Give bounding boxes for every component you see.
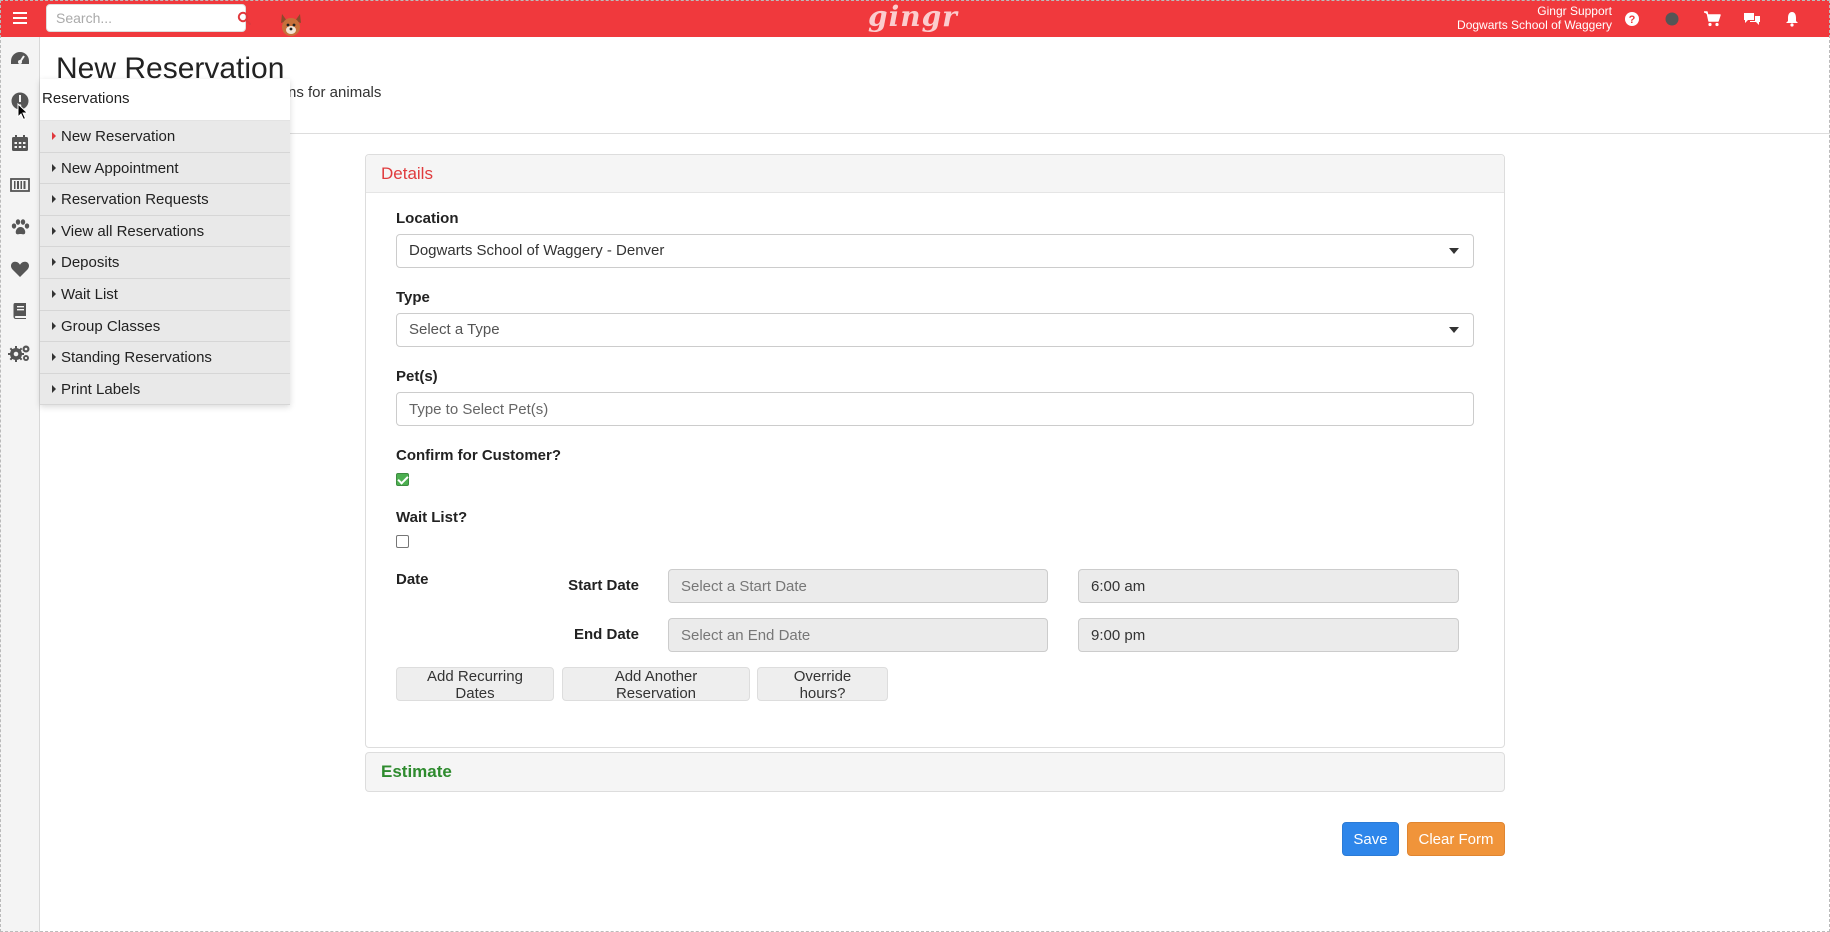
book-icon[interactable] <box>0 291 40 331</box>
wait-list-label: Wait List? <box>396 509 468 526</box>
flyout-item-label: Deposits <box>61 254 120 272</box>
caret-right-icon <box>52 226 56 235</box>
save-button[interactable]: Save <box>1342 822 1399 856</box>
gingr-logo[interactable]: gingr <box>868 2 957 32</box>
search-icon[interactable] <box>237 4 251 32</box>
wait-list-checkbox[interactable] <box>396 535 409 548</box>
flyout-title[interactable]: Reservations <box>40 79 290 121</box>
barcode-icon[interactable] <box>0 165 40 205</box>
date-label: Date <box>396 571 429 588</box>
flyout-item-label: Reservation Requests <box>61 191 209 209</box>
start-date-input[interactable] <box>668 569 1048 603</box>
flyout-item-deposits[interactable]: Deposits <box>40 247 290 279</box>
caret-right-icon <box>52 132 56 140</box>
heart-icon[interactable] <box>0 249 40 289</box>
clear-form-button[interactable]: Clear Form <box>1407 822 1505 856</box>
flyout-item-label: Standing Reservations <box>61 349 212 367</box>
type-select-placeholder: Select a Type <box>409 321 500 338</box>
help-icon[interactable]: ? <box>1612 0 1652 37</box>
chat-icon[interactable] <box>1732 0 1772 37</box>
location-select-value: Dogwarts School of Waggery - Denver <box>409 242 665 259</box>
pets-label: Pet(s) <box>396 368 438 385</box>
caret-right-icon <box>52 321 56 330</box>
flyout-item-label: Print Labels <box>61 380 141 398</box>
chevron-down-icon <box>1449 327 1459 333</box>
paw-icon[interactable] <box>0 207 40 247</box>
add-another-reservation-button[interactable]: Add Another Reservation <box>562 667 750 702</box>
override-hours-button[interactable]: Override hours? <box>757 667 888 702</box>
caret-right-icon <box>52 384 56 393</box>
flyout-item-label: Wait List <box>61 285 118 303</box>
flyout-item-new-appointment[interactable]: New Appointment <box>40 152 290 185</box>
flyout-item-label: Group Classes <box>61 317 161 335</box>
org-name: Dogwarts School of Waggery <box>1457 18 1612 32</box>
menu-toggle-icon[interactable] <box>8 6 32 30</box>
icon-rail <box>0 37 40 932</box>
top-bar: gingr Gingr Support Dogwarts School of W… <box>0 0 1830 37</box>
mouse-cursor-icon <box>17 102 29 121</box>
end-date-label: End Date <box>573 626 639 643</box>
flyout-item-view-all-reservations[interactable]: View all Reservations <box>40 215 290 248</box>
search-input[interactable] <box>47 10 237 26</box>
flyout-item-group-classes[interactable]: Group Classes <box>40 310 290 343</box>
estimate-panel-header[interactable]: Estimate <box>365 752 1505 792</box>
search-box[interactable] <box>46 4 251 32</box>
end-date-input[interactable] <box>668 618 1048 652</box>
flyout-item-label: View all Reservations <box>61 222 205 240</box>
user-info[interactable]: Gingr Support Dogwarts School of Waggery <box>1457 4 1612 32</box>
header-divider <box>40 133 1830 134</box>
settings-icon[interactable] <box>0 333 40 373</box>
caret-right-icon <box>52 353 56 362</box>
mascot-dog-icon <box>278 12 304 38</box>
add-recurring-dates-button[interactable]: Add Recurring Dates <box>396 667 554 702</box>
caret-right-icon <box>52 258 56 267</box>
location-label: Location <box>396 210 459 227</box>
details-panel: Details Location Dogwarts School of Wagg… <box>365 154 1505 748</box>
type-label: Type <box>396 289 430 306</box>
flyout-list: New Reservation New Appointment Reservat… <box>40 121 290 406</box>
end-time-input[interactable] <box>1078 618 1459 652</box>
svg-text:?: ? <box>1629 14 1636 26</box>
start-date-label: Start Date <box>568 577 639 594</box>
calendar-icon[interactable] <box>0 123 40 163</box>
top-icons: ? <box>1612 0 1812 37</box>
caret-right-icon <box>52 195 56 204</box>
type-select[interactable]: Select a Type <box>396 313 1474 347</box>
flyout-item-label: New Reservation <box>61 128 176 145</box>
flyout-item-reservation-requests[interactable]: Reservation Requests <box>40 184 290 216</box>
flyout-item-wait-list[interactable]: Wait List <box>40 278 290 311</box>
location-select[interactable]: Dogwarts School of Waggery - Denver <box>396 234 1474 268</box>
flyout-item-new-reservation[interactable]: New Reservation <box>40 121 290 153</box>
flyout-item-label: New Appointment <box>61 159 179 177</box>
caret-right-icon <box>52 289 56 298</box>
cart-icon[interactable] <box>1692 0 1732 37</box>
flyout-item-standing-reservations[interactable]: Standing Reservations <box>40 342 290 374</box>
confirm-customer-label: Confirm for Customer? <box>396 447 561 464</box>
bell-icon[interactable] <box>1772 0 1812 37</box>
caret-right-icon <box>52 163 56 172</box>
pets-input[interactable] <box>396 392 1474 426</box>
dashboard-icon[interactable] <box>0 39 40 79</box>
reservations-flyout-menu: Reservations New Reservation New Appoint… <box>40 79 290 406</box>
details-panel-header[interactable]: Details <box>366 155 1504 193</box>
confirm-customer-checkbox[interactable] <box>396 473 409 486</box>
flyout-item-print-labels[interactable]: Print Labels <box>40 373 290 406</box>
chevron-down-icon <box>1449 248 1459 254</box>
user-name: Gingr Support <box>1537 4 1612 18</box>
start-time-input[interactable] <box>1078 569 1459 603</box>
status-dot-icon[interactable] <box>1652 0 1692 37</box>
page-subtitle-text: ns for animals <box>288 84 382 101</box>
